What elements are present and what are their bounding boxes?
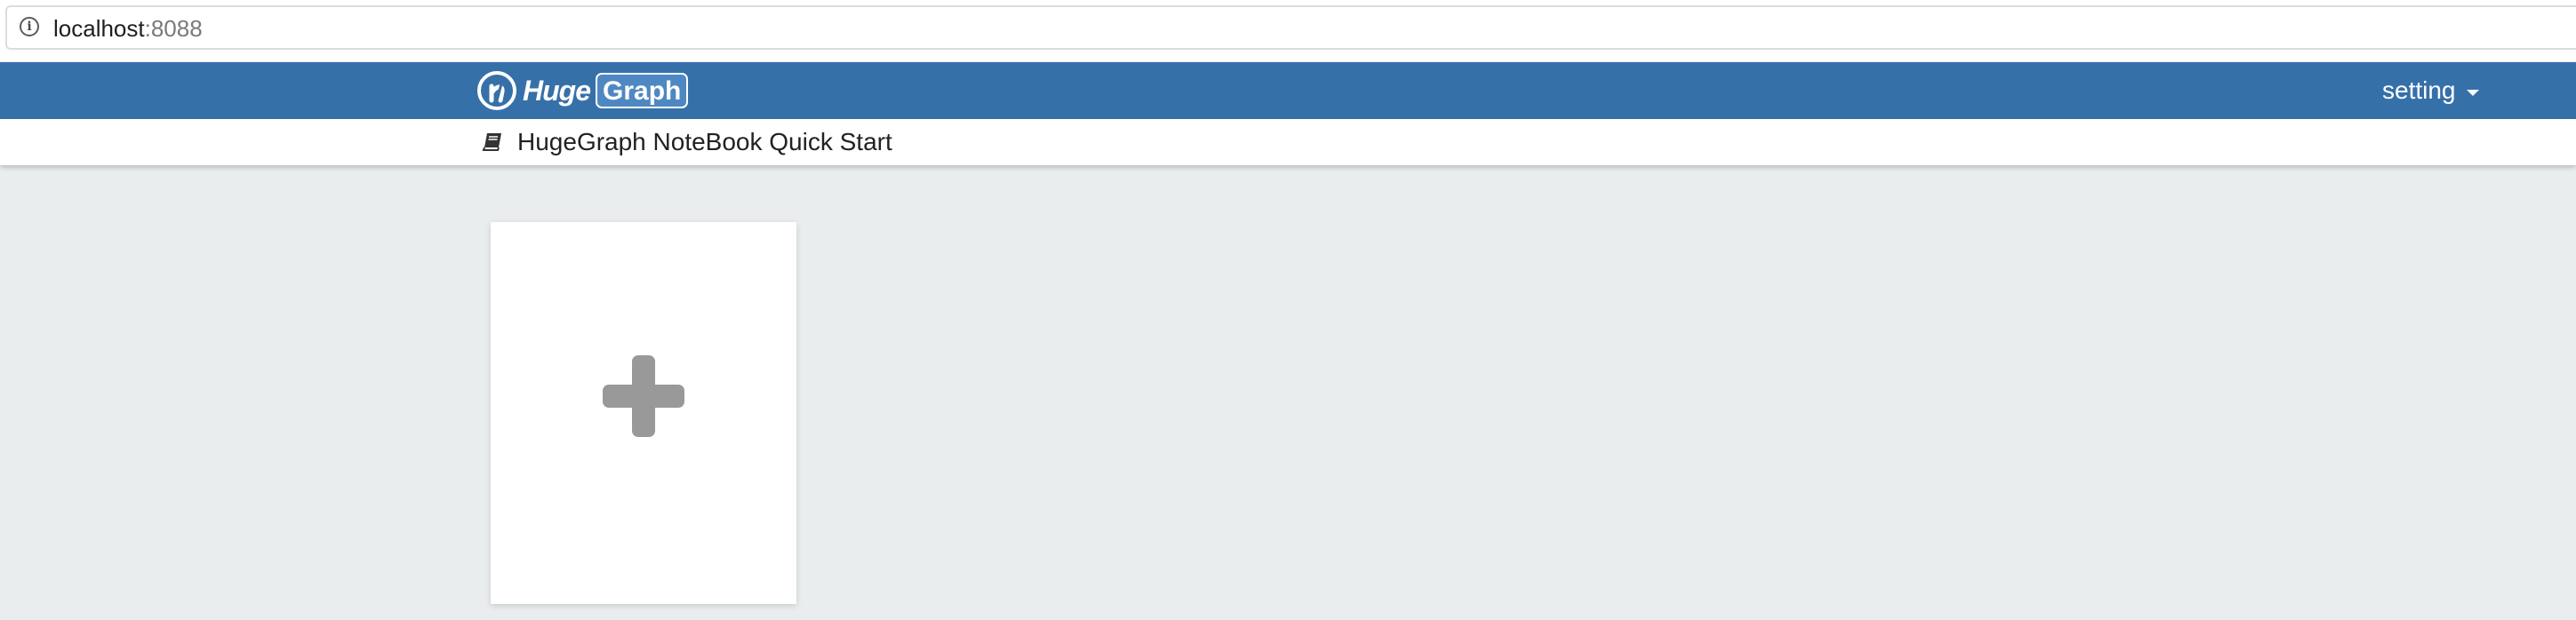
plus-icon	[603, 355, 684, 437]
url-host: localhost	[53, 15, 145, 42]
logo-text-graph: Graph	[596, 73, 689, 108]
brand-logo[interactable]: Huge Graph	[476, 69, 689, 112]
setting-label: setting	[2382, 76, 2456, 104]
setting-dropdown[interactable]: setting	[2382, 75, 2479, 107]
address-bar[interactable]: i localhost:8088	[5, 5, 2576, 50]
caret-down-icon	[2466, 89, 2479, 96]
page-title: HugeGraph NoteBook Quick Start	[517, 128, 892, 155]
url-port: :8088	[144, 15, 203, 42]
page-header: HugeGraph NoteBook Quick Start	[0, 119, 2576, 165]
hugegraph-logo-icon	[477, 71, 516, 110]
add-notebook-card[interactable]	[491, 222, 796, 604]
book-icon	[482, 133, 501, 151]
url-text[interactable]: localhost:8088	[53, 15, 203, 42]
info-icon[interactable]: i	[20, 17, 39, 36]
browser-chrome: i localhost:8088	[0, 0, 2576, 61]
logo-text-huge: Huge	[523, 75, 591, 107]
top-navbar: Huge Graph setting	[0, 62, 2576, 119]
